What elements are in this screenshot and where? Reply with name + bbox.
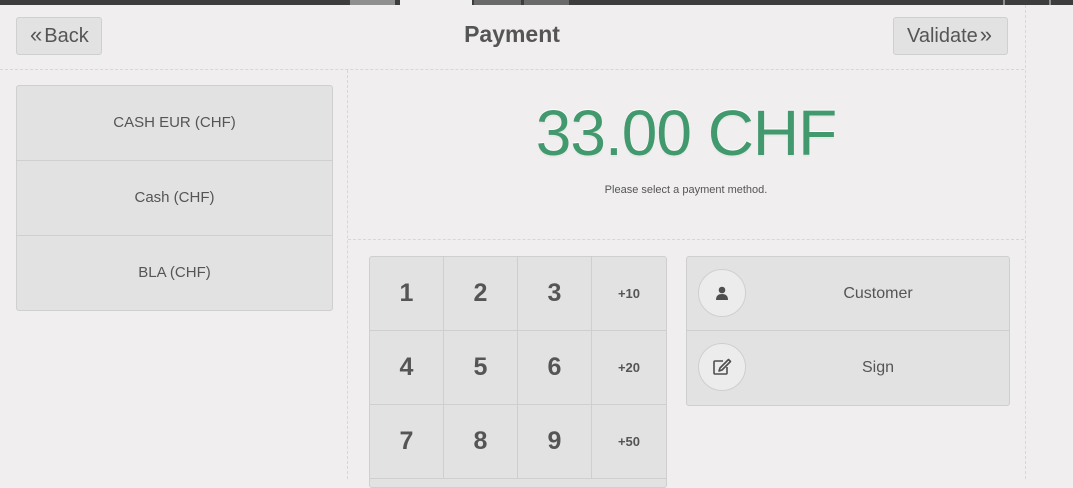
payment-method-list: CASH EUR (CHF) Cash (CHF) BLA (CHF) <box>16 85 333 311</box>
numpad: 1 2 3 +10 4 5 6 +20 7 8 9 +50 <box>369 256 667 488</box>
numpad-key-plus-50[interactable]: +50 <box>592 405 666 479</box>
customer-button[interactable]: Customer <box>687 257 1009 331</box>
validate-button[interactable]: Validate » <box>893 17 1008 55</box>
numpad-key-8[interactable]: 8 <box>444 405 518 479</box>
numpad-key-3[interactable]: 3 <box>518 257 592 331</box>
numpad-key-1[interactable]: 1 <box>370 257 444 331</box>
numpad-key-7[interactable]: 7 <box>370 405 444 479</box>
amount-due: 33.00 CHF <box>535 97 837 169</box>
numpad-key-5[interactable]: 5 <box>444 331 518 405</box>
customer-button-label: Customer <box>843 285 913 302</box>
numpad-key-plus-20[interactable]: +20 <box>592 331 666 405</box>
numpad-key-4[interactable]: 4 <box>370 331 444 405</box>
payment-header: « Back Payment Validate » <box>0 5 1024 70</box>
double-chevron-right-icon: » <box>979 22 993 47</box>
numpad-key-9[interactable]: 9 <box>518 405 592 479</box>
payment-method-bla[interactable]: BLA (CHF) <box>17 236 332 310</box>
numpad-key-plus-10[interactable]: +10 <box>592 257 666 331</box>
right-gutter <box>1025 5 1073 479</box>
payment-summary: 33.00 CHF Please select a payment method… <box>348 70 1024 240</box>
page-title: Payment <box>464 21 560 47</box>
edit-icon <box>698 343 746 391</box>
numpad-key-2[interactable]: 2 <box>444 257 518 331</box>
sign-button[interactable]: Sign <box>687 331 1009 405</box>
user-icon <box>698 269 746 317</box>
numpad-key-6[interactable]: 6 <box>518 331 592 405</box>
validate-button-label: Validate <box>907 25 978 47</box>
payment-method-cash-eur[interactable]: CASH EUR (CHF) <box>17 86 332 161</box>
payment-message: Please select a payment method. <box>604 184 768 196</box>
sign-button-label: Sign <box>861 359 895 376</box>
payment-actions: Customer Sign <box>686 256 1010 406</box>
payment-method-cash[interactable]: Cash (CHF) <box>17 161 332 236</box>
